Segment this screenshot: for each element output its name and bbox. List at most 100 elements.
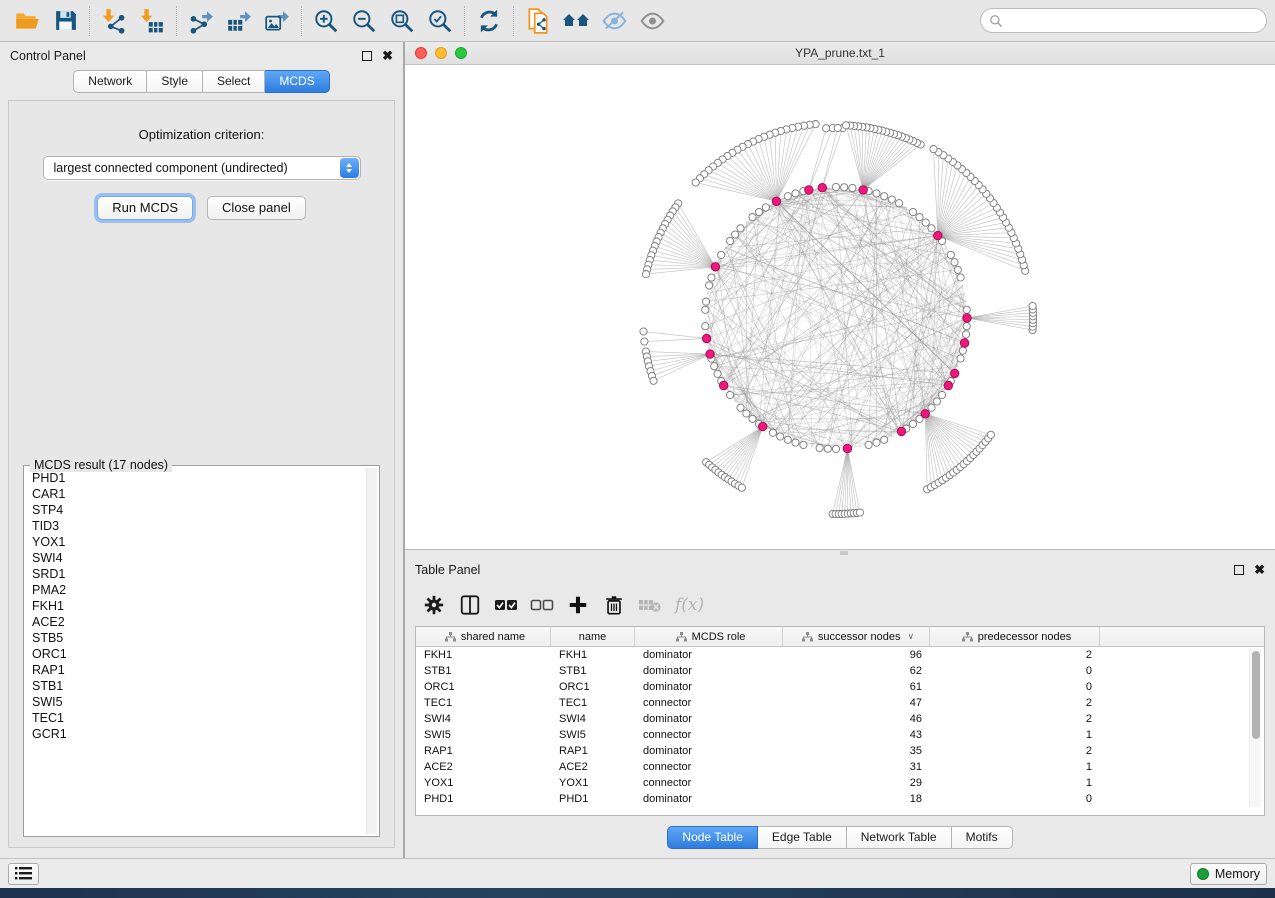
table-cell: ACE2	[551, 761, 635, 773]
save-icon	[53, 8, 78, 33]
mcds-result-item[interactable]: FKH1	[32, 598, 365, 614]
unchecked-boxes-icon	[530, 594, 554, 616]
delete-column-button[interactable]	[599, 590, 629, 620]
table-row[interactable]: PHD1PHD1dominator180	[416, 791, 1264, 807]
mcds-result-item[interactable]: RAP1	[32, 662, 365, 678]
zoom-in-button[interactable]	[307, 4, 345, 38]
column-type-icon	[676, 632, 687, 642]
delete-table-button[interactable]	[635, 590, 665, 620]
first-neighbors-button[interactable]	[557, 4, 595, 38]
mcds-result-item[interactable]: STB1	[32, 678, 365, 694]
node-table-header: shared namenameMCDS rolesuccessor nodes∨…	[416, 627, 1264, 647]
table-row[interactable]: SWI5SWI5connector431	[416, 727, 1264, 743]
close-panel-icon[interactable]: ✖	[1254, 565, 1265, 575]
result-list-scrollbar[interactable]	[366, 468, 377, 834]
network-canvas[interactable]	[405, 65, 1275, 549]
network-window-titlebar[interactable]: YPA_prune.txt_1	[405, 42, 1275, 65]
table-row[interactable]: SWI4SWI4dominator462	[416, 711, 1264, 727]
function-builder-button[interactable]: f(x)	[671, 590, 708, 620]
zoom-fit-button[interactable]	[383, 4, 421, 38]
export-image-button[interactable]	[258, 4, 296, 38]
tab-edge-table[interactable]: Edge Table	[758, 826, 847, 849]
table-settings-button[interactable]	[419, 590, 449, 620]
duplicate-network-button[interactable]	[519, 4, 557, 38]
open-file-button[interactable]	[8, 4, 46, 38]
column-header-name[interactable]: name	[551, 627, 635, 646]
network-graph[interactable]	[405, 65, 1273, 549]
memory-button[interactable]: Memory	[1190, 863, 1267, 885]
mcds-result-item[interactable]: TID3	[32, 518, 365, 534]
table-cell: 0	[930, 681, 1100, 693]
column-header-predecessor-nodes[interactable]: predecessor nodes	[930, 627, 1100, 646]
table-panel-title: Table Panel	[415, 563, 480, 577]
search-input[interactable]	[1008, 14, 1258, 28]
mcds-result-item[interactable]: TEC1	[32, 710, 365, 726]
tab-motifs[interactable]: Motifs	[952, 826, 1013, 849]
eye-slash-icon	[601, 8, 628, 34]
select-all-columns-button[interactable]	[491, 590, 521, 620]
column-type-icon	[802, 632, 813, 642]
optimization-criterion-select[interactable]: largest connected component (undirected)	[43, 156, 361, 180]
table-row[interactable]: RAP1RAP1dominator352	[416, 743, 1264, 759]
search-box[interactable]	[980, 8, 1267, 33]
show-columns-button[interactable]	[455, 590, 485, 620]
table-cell: 61	[783, 681, 930, 693]
column-header-MCDS-role[interactable]: MCDS role	[635, 627, 783, 646]
table-row[interactable]: YOX1YOX1connector291	[416, 775, 1264, 791]
mcds-result-item[interactable]: SWI5	[32, 694, 365, 710]
table-row[interactable]: STB1STB1dominator620	[416, 663, 1264, 679]
table-row[interactable]: FKH1FKH1dominator962	[416, 647, 1264, 663]
tab-network-table[interactable]: Network Table	[847, 826, 952, 849]
import-network-button[interactable]	[95, 4, 133, 38]
export-network-button[interactable]	[182, 4, 220, 38]
tab-style[interactable]: Style	[147, 70, 203, 93]
trash-icon	[603, 594, 625, 616]
float-panel-icon[interactable]	[362, 51, 372, 61]
save-session-button[interactable]	[46, 4, 84, 38]
float-panel-icon[interactable]	[1234, 565, 1244, 575]
table-row[interactable]: TEC1TEC1connector472	[416, 695, 1264, 711]
zoom-selected-button[interactable]	[421, 4, 459, 38]
column-header-shared-name[interactable]: shared name	[416, 627, 551, 646]
mcds-result-item[interactable]: STP4	[32, 502, 365, 518]
table-scrollbar[interactable]	[1249, 649, 1261, 807]
close-panel-icon[interactable]: ✖	[382, 51, 393, 61]
tab-node-table[interactable]: Node Table	[667, 826, 758, 849]
task-history-button[interactable]	[8, 863, 39, 885]
zoom-out-button[interactable]	[345, 4, 383, 38]
mcds-result-item[interactable]: YOX1	[32, 534, 365, 550]
tab-mcds[interactable]: MCDS	[265, 70, 329, 93]
table-scrollbar-thumb[interactable]	[1252, 651, 1260, 739]
mcds-result-item[interactable]: CAR1	[32, 486, 365, 502]
deselect-all-columns-button[interactable]	[527, 590, 557, 620]
mcds-result-item[interactable]: ORC1	[32, 646, 365, 662]
import-table-button[interactable]	[133, 4, 171, 38]
mcds-result-item[interactable]: PHD1	[32, 470, 365, 486]
table-cell: 1	[930, 761, 1100, 773]
mcds-result-item[interactable]: SRD1	[32, 566, 365, 582]
close-panel-button[interactable]: Close panel	[207, 196, 306, 220]
tab-select[interactable]: Select	[203, 70, 265, 93]
mcds-result-item[interactable]: PMA2	[32, 582, 365, 598]
application-window: Control Panel ✖ NetworkStyleSelectMCDS O…	[0, 0, 1275, 898]
run-mcds-button[interactable]: Run MCDS	[97, 196, 193, 220]
mcds-result-item[interactable]: STB5	[32, 630, 365, 646]
refresh-view-button[interactable]	[470, 4, 508, 38]
export-image-icon	[264, 8, 290, 34]
hide-selected-button[interactable]	[595, 4, 633, 38]
mcds-result-item[interactable]: SWI4	[32, 550, 365, 566]
table-row[interactable]: ORC1ORC1dominator610	[416, 679, 1264, 695]
table-cell: FKH1	[551, 649, 635, 661]
create-column-button[interactable]	[563, 590, 593, 620]
table-cell: 35	[783, 745, 930, 757]
column-header-successor-nodes[interactable]: successor nodes∨	[783, 627, 930, 646]
table-cell: SWI4	[551, 713, 635, 725]
show-all-button[interactable]	[633, 4, 671, 38]
tab-network[interactable]: Network	[73, 70, 147, 93]
mcds-result-item[interactable]: ACE2	[32, 614, 365, 630]
table-cell: 96	[783, 649, 930, 661]
table-row[interactable]: ACE2ACE2connector311	[416, 759, 1264, 775]
mcds-result-item[interactable]: GCR1	[32, 726, 365, 742]
export-table-button[interactable]	[220, 4, 258, 38]
table-cell: 0	[930, 793, 1100, 805]
